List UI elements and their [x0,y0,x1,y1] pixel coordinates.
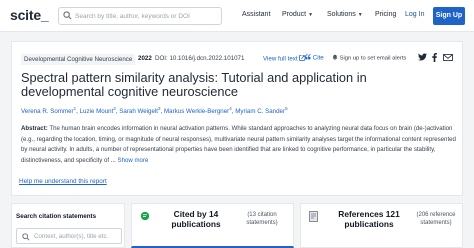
paper-card: Developmental Cognitive Neuroscience 202… [11,41,463,196]
search-input[interactable] [75,9,219,23]
email-share-icon[interactable] [443,54,453,61]
facebook-icon[interactable] [432,53,437,62]
citation-search-box[interactable] [16,228,122,244]
abstract: Abstract: The human brain encodes inform… [21,124,457,166]
author-link[interactable]: Luzie Mount2 [79,106,116,116]
bell-icon [332,54,338,60]
author-link[interactable]: Myriam C. Sander5 [235,106,288,116]
author-link[interactable]: Markus Werkle-Bergner4 [164,106,232,116]
abstract-text: The human brain encodes information in n… [21,125,456,164]
citation-chat-icon [140,211,150,221]
nav-product-label: Product [282,11,307,18]
scite-logo[interactable]: scite_ [10,7,49,23]
signup-button[interactable]: Sign Up [433,7,465,25]
cite-label: Cite [312,54,324,62]
top-header: scite_ Assistant Product▼ Solutions▼ Pri… [0,0,474,32]
nav-solutions[interactable]: Solutions ▼ [327,11,363,18]
author-list: Verena R. Sommer1, Luzie Mount2, Sarah W… [21,106,288,116]
search-icon [63,11,72,20]
author-name: Verena R. Sommer [21,108,74,116]
chevron-down-icon: ▼ [357,12,363,18]
chevron-down-icon: ▼ [308,12,314,18]
citation-search-panel: Search citation statements [11,203,125,248]
cite-button[interactable]: Cite [305,54,324,62]
tab-references[interactable]: References 121 publications (206 referen… [300,203,463,248]
author-name: Sarah Weigelt [119,108,159,116]
journal-tag[interactable]: Developmental Cognitive Neuroscience [21,54,136,65]
tab-cited-by[interactable]: Cited by 14 publications (13 citation st… [131,203,294,248]
nav-pricing[interactable]: Pricing [375,11,396,18]
full-text-label: View full text [263,55,298,63]
author-name: Markus Werkle-Bergner [164,108,230,116]
search-box[interactable] [58,7,222,25]
author-name: Luzie Mount [79,108,114,116]
publication-year: 2022 [138,55,152,62]
quote-icon [305,54,311,60]
references-detail: (206 reference statements) [416,212,456,226]
help-understand-link[interactable]: Help me understand this report [19,178,107,185]
paper-title: Spectral pattern similarity analysis: Tu… [21,70,367,99]
citation-search-input[interactable] [34,231,120,242]
email-alert-link[interactable]: Sign up to set email alerts [332,54,406,62]
author-affiliation: 5 [285,106,288,111]
author-name: Myriam C. Sander [235,108,286,116]
nav-assistant[interactable]: Assistant [242,11,270,18]
author-link[interactable]: Verena R. Sommer1 [21,106,76,116]
nav-pricing-label: Pricing [375,11,397,18]
abstract-label: Abstract: [21,125,48,132]
search-icon [22,233,30,241]
citation-search-heading: Search citation statements [16,213,97,220]
nav-product[interactable]: Product ▼ [282,11,313,18]
nav-solutions-label: Solutions [327,11,356,18]
author-link[interactable]: Sarah Weigelt3 [119,106,160,116]
cited-by-detail: (13 citation statements) [246,212,278,226]
show-more-link[interactable]: Show more [118,157,149,164]
references-count: References 121 publications [338,209,400,229]
doi-link[interactable]: DOI: 10.1016/j.dcn.2022.101071 [155,55,244,62]
login-link[interactable]: Log In [405,11,424,18]
alert-label: Sign up to set email alerts [339,55,407,62]
nav-assistant-label: Assistant [242,11,271,18]
twitter-icon[interactable] [418,53,427,61]
view-full-text-link[interactable]: View full text [263,55,306,63]
cited-by-count: Cited by 14 publications [171,209,221,229]
document-icon [309,211,318,222]
